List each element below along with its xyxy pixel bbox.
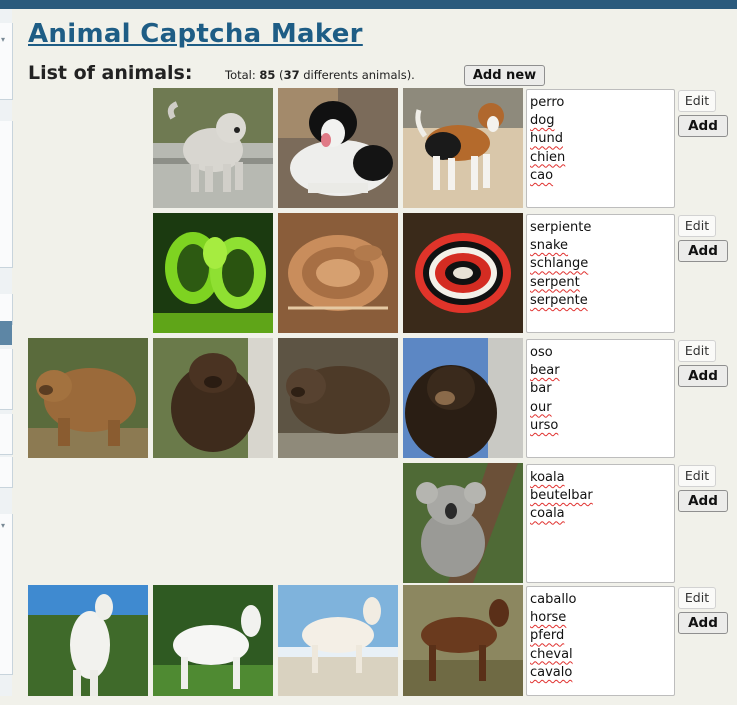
animal-name: beutelbar [530, 488, 593, 504]
names-list-horse[interactable]: caballo horse pferd cheval cavalo [526, 586, 675, 696]
animal-name: cao [530, 167, 554, 183]
sidebar-item[interactable] [0, 241, 13, 268]
page-title[interactable]: Animal Captcha Maker [28, 19, 363, 49]
total-count: 85 [259, 68, 276, 82]
animal-name: coala [530, 506, 565, 522]
sidebar-item[interactable] [0, 181, 13, 212]
animal-name: bar [530, 381, 552, 397]
animal-name: schlange [530, 256, 589, 272]
add-button[interactable]: Add [678, 490, 728, 512]
snake-photo [403, 213, 523, 333]
add-button[interactable]: Add [678, 115, 728, 137]
sidebar-item[interactable] [0, 151, 13, 182]
chevron-down-icon[interactable]: ▾ [1, 521, 5, 530]
animal-name: snake [530, 238, 569, 254]
koala-photo [403, 463, 523, 583]
sidebar-item[interactable] [0, 457, 13, 488]
distinct-count: 37 [283, 68, 300, 82]
edit-button[interactable]: Edit [678, 90, 716, 112]
edit-button[interactable]: Edit [678, 340, 716, 362]
sidebar-item[interactable] [0, 379, 13, 410]
animal-name: koala [530, 470, 565, 485]
bear-photo [403, 338, 523, 458]
edit-button[interactable]: Edit [678, 215, 716, 237]
animal-name: oso [530, 345, 553, 360]
bear-photo [28, 338, 148, 458]
animal-name: our [530, 399, 552, 415]
animal-name: urso [530, 417, 559, 433]
snake-photo [278, 213, 398, 333]
dog-photo [403, 88, 523, 208]
edit-button[interactable]: Edit [678, 465, 716, 487]
animal-name: bear [530, 363, 560, 379]
add-new-button[interactable]: Add new [464, 65, 545, 86]
horse-photo [28, 585, 148, 705]
sidebar-item[interactable] [0, 414, 13, 455]
snake-photo [153, 213, 273, 333]
chevron-down-icon[interactable]: ▾ [1, 35, 5, 44]
animal-name: perro [530, 95, 565, 110]
total-summary: Total: 85 (37 differents animals). [225, 68, 415, 82]
animal-name: cheval [530, 646, 573, 662]
animal-name: serpente [530, 292, 588, 308]
dog-photo [153, 88, 273, 208]
animal-name: serpent [530, 274, 580, 290]
animal-name: hund [530, 131, 563, 147]
sidebar-item[interactable] [0, 121, 13, 152]
horse-photo [153, 585, 273, 705]
bear-photo [153, 338, 273, 458]
sidebar-item[interactable] [0, 349, 13, 380]
sidebar: ▾ ▾ [0, 9, 13, 696]
add-button[interactable]: Add [678, 240, 728, 262]
animal-name: chien [530, 149, 566, 165]
sidebar-item-active[interactable] [0, 321, 12, 345]
horse-photo [278, 585, 398, 705]
add-button[interactable]: Add [678, 612, 728, 634]
animal-name: caballo [530, 592, 577, 607]
bear-photo [278, 338, 398, 458]
sidebar-item[interactable] [0, 211, 13, 242]
sidebar-panel[interactable] [0, 514, 13, 675]
animal-name: horse [530, 610, 567, 626]
animal-name: pferd [530, 628, 565, 644]
animal-name: serpiente [530, 220, 592, 235]
edit-button[interactable]: Edit [678, 587, 716, 609]
animal-name: dog [530, 113, 555, 129]
top-bar [0, 0, 737, 9]
animal-name: cavalo [530, 664, 573, 680]
list-heading: List of animals: [28, 62, 193, 84]
names-list-dog[interactable]: perro dog hund chien cao [526, 89, 675, 208]
dog-photo [278, 88, 398, 208]
names-list-koala[interactable]: koala beutelbar coala [526, 464, 675, 583]
names-list-snake[interactable]: serpiente snake schlange serpent serpent… [526, 214, 675, 333]
names-list-bear[interactable]: oso bear bar our urso [526, 339, 675, 458]
horse-photo [403, 585, 523, 705]
add-button[interactable]: Add [678, 365, 728, 387]
